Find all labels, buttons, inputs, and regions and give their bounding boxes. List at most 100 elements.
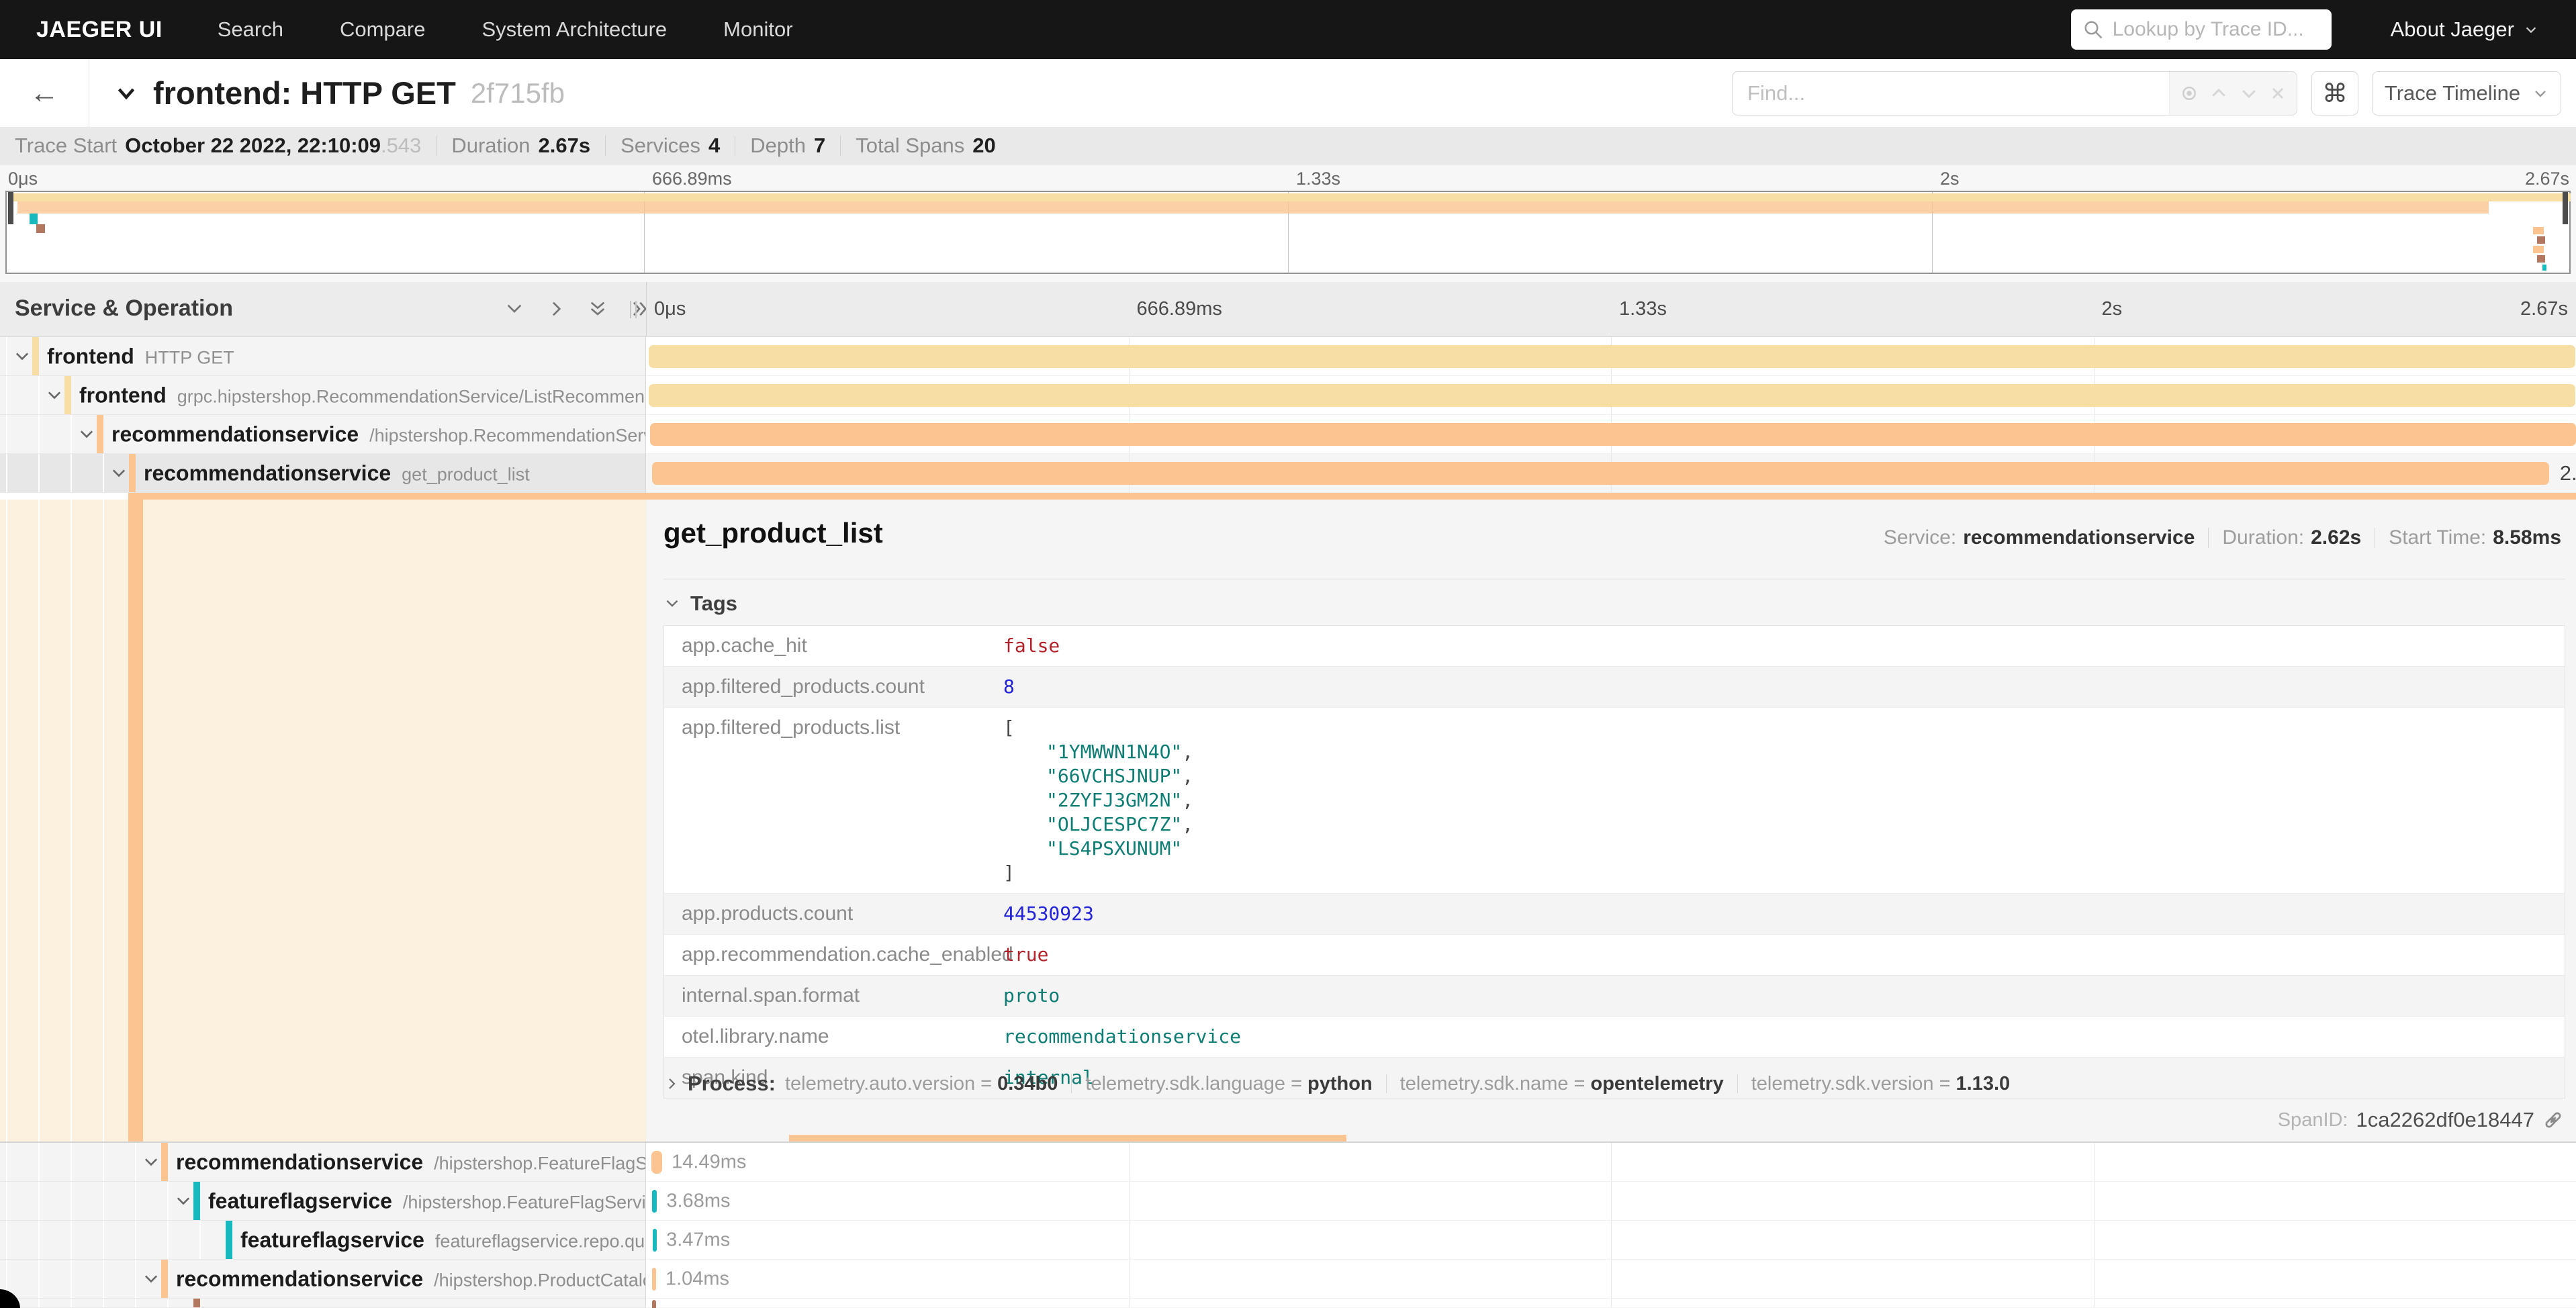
span-duration-bar[interactable]	[652, 1268, 656, 1291]
keyboard-shortcuts-button[interactable]: ⌘	[2311, 71, 2358, 115]
span-row: featureflagservicefeatureflagservice.rep…	[0, 1221, 2576, 1260]
expand-one-icon[interactable]	[545, 298, 567, 320]
minimap-left-scrubber[interactable]	[8, 192, 13, 224]
indent-guide	[6, 415, 7, 453]
indent-guide	[6, 454, 7, 492]
span-timeline-cell[interactable]: 14.49ms	[646, 1143, 2576, 1182]
span-row: recommendationservice/hipstershop.Produc…	[0, 1260, 2576, 1299]
minimap-tick-label: 2s	[1940, 169, 1960, 189]
span-expand-chevron-icon[interactable]	[109, 464, 128, 483]
indent-guide	[38, 1221, 40, 1259]
about-jaeger-menu[interactable]: About Jaeger	[2391, 17, 2538, 42]
tag-row[interactable]: app.filtered_products.list["1YMWWN1N4O",…	[664, 708, 2565, 894]
summary-item: Total Spans20	[856, 134, 995, 158]
tags-section-toggle[interactable]: Tags	[663, 592, 2565, 616]
tag-row[interactable]: otel.library.namerecommendationservice	[664, 1017, 2565, 1058]
indent-guide	[71, 1182, 72, 1220]
minimap-span-mark	[17, 201, 2489, 214]
span-duration-bar[interactable]	[649, 384, 2575, 407]
span-expand-chevron-icon[interactable]	[142, 1153, 160, 1172]
span-timeline-cell[interactable]: 1.04ms	[646, 1260, 2576, 1299]
next-match-icon[interactable]	[2239, 83, 2259, 103]
tag-value: false	[1003, 634, 1060, 658]
span-service-name: featureflagservicefeatureflagservice.rep…	[240, 1227, 646, 1252]
minimap-canvas[interactable]	[5, 191, 2571, 274]
process-row[interactable]: Process: telemetry.auto.version=0.34b0te…	[663, 1072, 2010, 1096]
tag-row[interactable]: app.cache_hitfalse	[664, 626, 2565, 667]
tag-value: true	[1003, 943, 1048, 967]
span-timeline-cell[interactable]	[646, 415, 2576, 454]
nav-item-search[interactable]: Search	[189, 17, 312, 42]
indent-guide	[103, 1221, 104, 1259]
collapse-trace-chevron-icon[interactable]	[114, 81, 138, 105]
span-id: SpanID: 1ca2262df0e18447	[2278, 1108, 2564, 1132]
span-timeline-cell[interactable]: 3.47ms	[646, 1221, 2576, 1260]
minimap-span-mark	[30, 214, 38, 224]
tag-row[interactable]: app.filtered_products.count8	[664, 667, 2565, 708]
span-duration-bar[interactable]	[652, 462, 2549, 485]
span-duration-bar[interactable]	[652, 1300, 656, 1308]
span-name-column[interactable]: recommendationserviceget_product_list	[0, 454, 646, 493]
span-color-strip	[789, 1135, 1346, 1141]
trace-view-select[interactable]: Trace Timeline	[2372, 71, 2561, 115]
span-timeline-cell[interactable]	[646, 1299, 2576, 1308]
tag-row[interactable]: internal.span.formatproto	[664, 976, 2565, 1017]
tag-row[interactable]: app.recommendation.cache_enabledtrue	[664, 935, 2565, 976]
nav-item-compare[interactable]: Compare	[312, 17, 454, 42]
service-color-bar	[97, 415, 103, 453]
column-resizer-handle[interactable]	[630, 301, 637, 318]
span-name-column[interactable]: recommendationservice/hipstershop.Produc…	[0, 1260, 646, 1299]
timeline-gridline	[2094, 1221, 2095, 1259]
span-operation-name: /hipstershop.RecommendationService/Lis..…	[369, 425, 646, 445]
span-name-column[interactable]: frontendHTTP GET	[0, 337, 646, 376]
find-input[interactable]: Find...	[1733, 72, 2169, 115]
timeline-gridline	[2094, 1182, 2095, 1220]
indent-guide	[6, 337, 7, 375]
minimap-right-scrubber[interactable]	[2563, 192, 2568, 224]
span-duration-bar[interactable]	[649, 345, 2575, 368]
span-name-column[interactable]: featureflagservicefeatureflagservice.rep…	[0, 1221, 646, 1260]
span-expand-chevron-icon[interactable]	[13, 347, 32, 366]
span-name-column[interactable]: featureflagservice/hipstershop.FeatureFl…	[0, 1182, 646, 1221]
span-expand-chevron-icon[interactable]	[77, 425, 96, 444]
nav-item-monitor[interactable]: Monitor	[695, 17, 821, 42]
collapse-all-icon[interactable]	[587, 298, 608, 320]
trace-id-lookup-input[interactable]: Lookup by Trace ID...	[2071, 9, 2332, 50]
indent-guide	[38, 1143, 40, 1181]
span-expand-chevron-icon[interactable]	[45, 386, 64, 405]
indent-guide	[135, 1299, 136, 1307]
span-operation-name: /hipstershop.ProductCatalogSer...	[434, 1270, 646, 1290]
indent-guide	[167, 1221, 169, 1259]
span-expand-chevron-icon[interactable]	[142, 1270, 160, 1289]
clear-find-icon[interactable]	[2268, 84, 2287, 103]
app-brand[interactable]: JAEGER UI	[36, 17, 163, 43]
prev-match-icon[interactable]	[2209, 83, 2229, 103]
span-name-column[interactable]: recommendationservice/hipstershop.Featur…	[0, 1143, 646, 1182]
span-timeline-cell[interactable]: 2.62s	[646, 454, 2576, 493]
span-name-column[interactable]: recommendationservice/hipstershop.Recomm…	[0, 415, 646, 454]
span-duration-bar[interactable]	[650, 423, 2576, 446]
indent-guide	[38, 376, 40, 414]
copy-link-icon[interactable]	[2542, 1109, 2564, 1131]
span-expand-chevron-icon[interactable]	[174, 1192, 193, 1211]
tag-value: recommendationservice	[1003, 1025, 1241, 1049]
span-duration-bar[interactable]	[651, 1151, 662, 1174]
timeline-gridline	[1611, 1260, 1612, 1298]
span-row: recommendationserviceget_product_list2.6…	[0, 454, 2576, 493]
focus-match-icon[interactable]	[2179, 83, 2199, 103]
span-duration-bar[interactable]	[653, 1229, 657, 1252]
service-operation-title: Service & Operation	[15, 295, 233, 322]
nav-item-system-architecture[interactable]: System Architecture	[454, 17, 696, 42]
span-timeline-cell[interactable]: 3.68ms	[646, 1182, 2576, 1221]
tag-row[interactable]: app.products.count44530923	[664, 894, 2565, 935]
search-icon	[2083, 19, 2103, 40]
span-timeline-cell[interactable]	[646, 376, 2576, 415]
back-button[interactable]: ←	[0, 59, 89, 127]
indent-guide	[71, 1260, 72, 1298]
minimap-span-mark	[2533, 227, 2544, 234]
span-timeline-cell[interactable]	[646, 337, 2576, 376]
span-name-column[interactable]: frontendgrpc.hipstershop.RecommendationS…	[0, 376, 646, 415]
span-name-column[interactable]	[0, 1299, 646, 1308]
collapse-one-icon[interactable]	[504, 298, 525, 320]
span-duration-bar[interactable]	[652, 1190, 657, 1213]
